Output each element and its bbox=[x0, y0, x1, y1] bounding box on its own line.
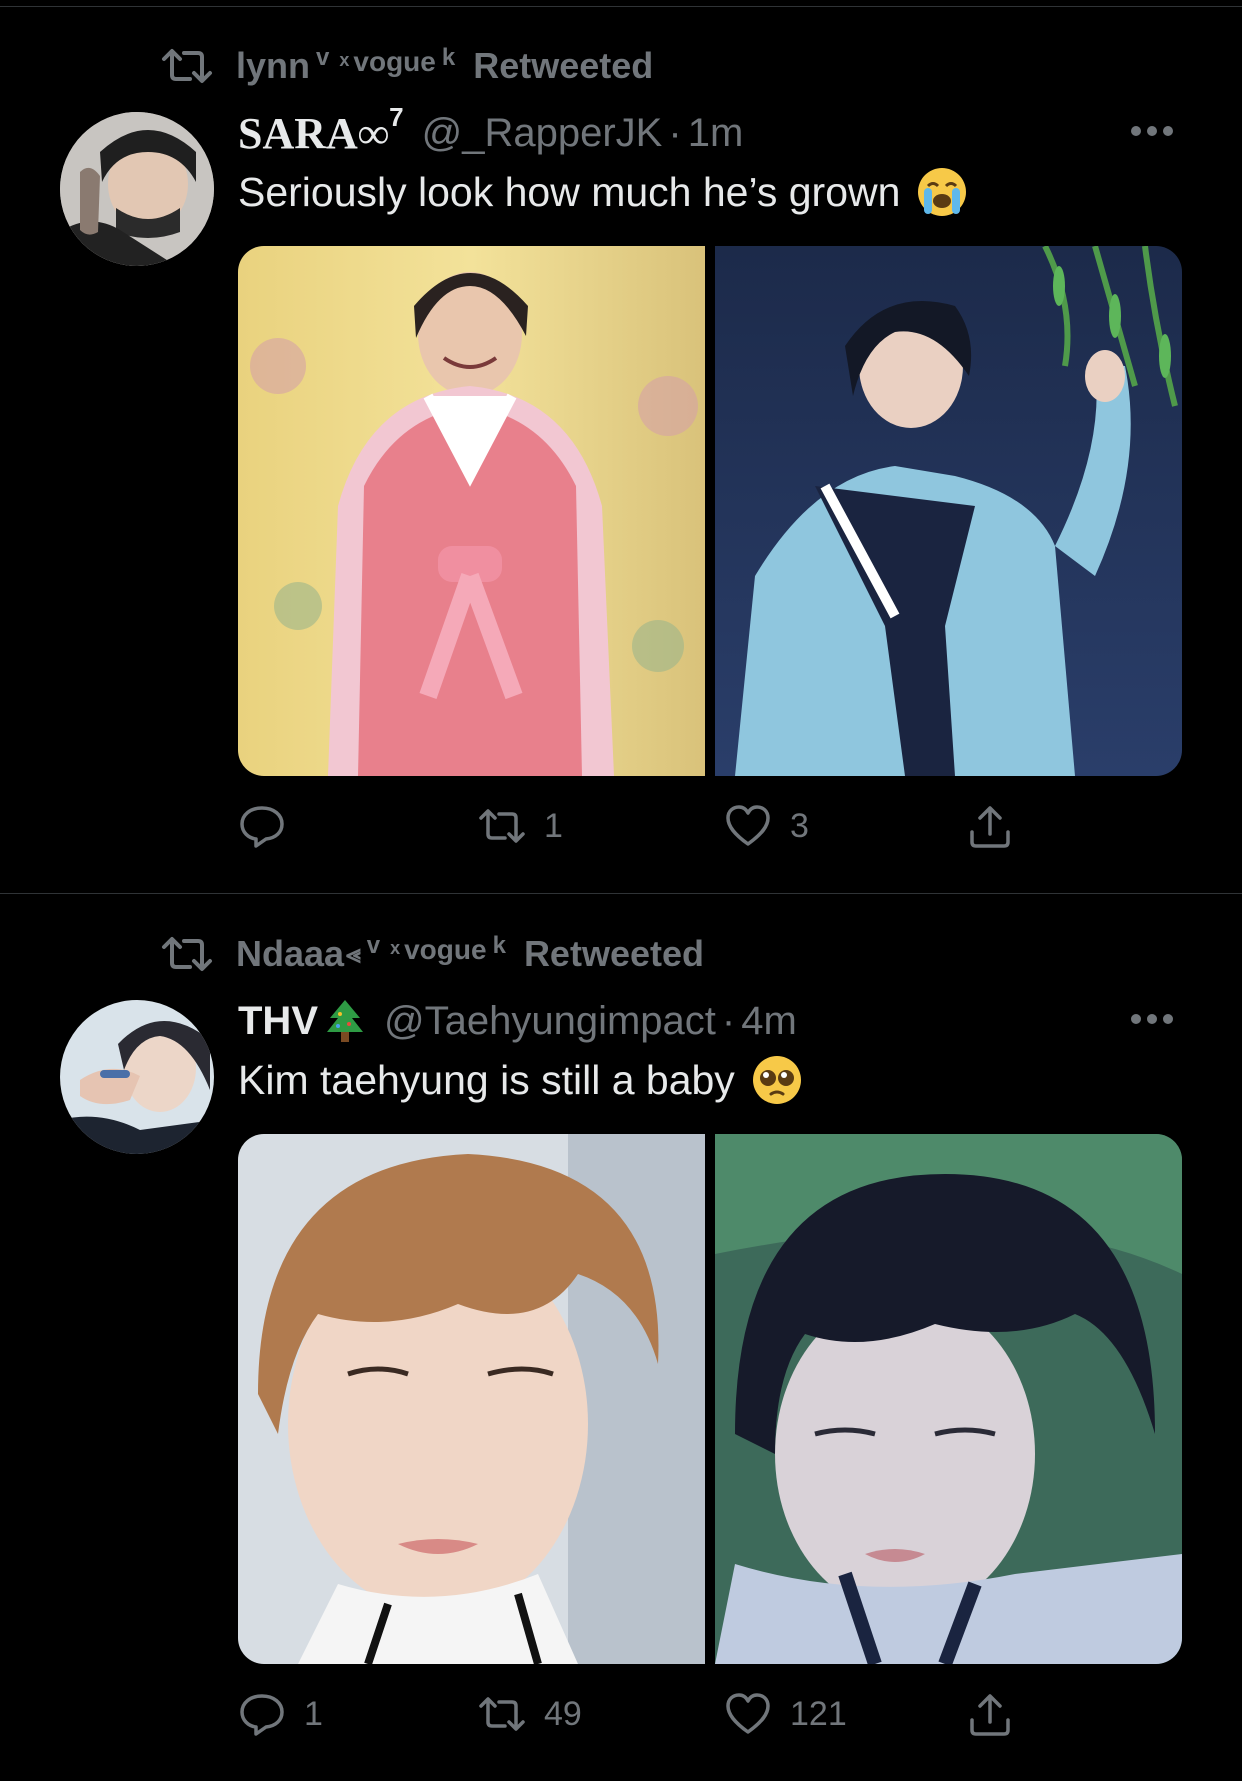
retweet-icon bbox=[162, 937, 212, 971]
retweet-context: Ndaaa ⪡ v x vogue k Retweeted bbox=[160, 932, 704, 976]
tweet-actions: 1 49 121 bbox=[238, 1684, 1182, 1744]
tweet-header: THV @Taehyungimpact · 4m bbox=[238, 996, 797, 1046]
retweeter-name[interactable]: Ndaaa bbox=[236, 933, 344, 975]
pleading-face-icon bbox=[752, 1056, 801, 1104]
media-grid[interactable] bbox=[238, 1134, 1182, 1664]
tweet-text-content: Kim taehyung is still a baby bbox=[238, 1056, 735, 1103]
reply-count: 1 bbox=[304, 1694, 323, 1733]
avatar[interactable] bbox=[60, 1000, 214, 1154]
retweeter-name-suffix: ⪡ bbox=[346, 938, 361, 968]
tweet-text: Kim taehyung is still a baby bbox=[238, 1052, 803, 1108]
separator-dot: · bbox=[721, 998, 736, 1043]
author-name[interactable]: THV bbox=[238, 999, 318, 1044]
reply-button[interactable]: 1 bbox=[238, 1684, 323, 1744]
retweeter-sup-v: v bbox=[366, 932, 381, 959]
photo-brown-hair[interactable] bbox=[238, 1134, 705, 1664]
share-icon bbox=[970, 1694, 1010, 1736]
like-count: 121 bbox=[790, 1694, 847, 1733]
retweet-button[interactable]: 49 bbox=[478, 1684, 582, 1744]
share-button[interactable] bbox=[966, 1684, 1014, 1744]
author-handle[interactable]: @Taehyungimpact bbox=[384, 999, 716, 1044]
retweeter-sup-k: k bbox=[492, 932, 506, 959]
heart-icon bbox=[726, 1693, 770, 1734]
avatar-image bbox=[60, 1000, 214, 1154]
retweeted-label: Retweeted bbox=[523, 933, 704, 974]
retweet-count: 49 bbox=[544, 1694, 582, 1733]
retweeter-middle: vogue bbox=[404, 934, 487, 965]
christmas-tree-icon bbox=[327, 1000, 363, 1042]
tweet-2[interactable]: Ndaaa ⪡ v x vogue k Retweeted THV @Taehy… bbox=[0, 0, 1242, 1781]
like-button[interactable]: 121 bbox=[724, 1684, 847, 1744]
tweet-time[interactable]: 4m bbox=[741, 999, 797, 1044]
reply-icon bbox=[240, 1694, 284, 1736]
more-options-icon[interactable] bbox=[1130, 1012, 1174, 1026]
photo-dark-hair[interactable] bbox=[715, 1134, 1182, 1664]
retweet-icon bbox=[479, 1697, 525, 1731]
retweeter-sup-x: x bbox=[390, 937, 401, 958]
